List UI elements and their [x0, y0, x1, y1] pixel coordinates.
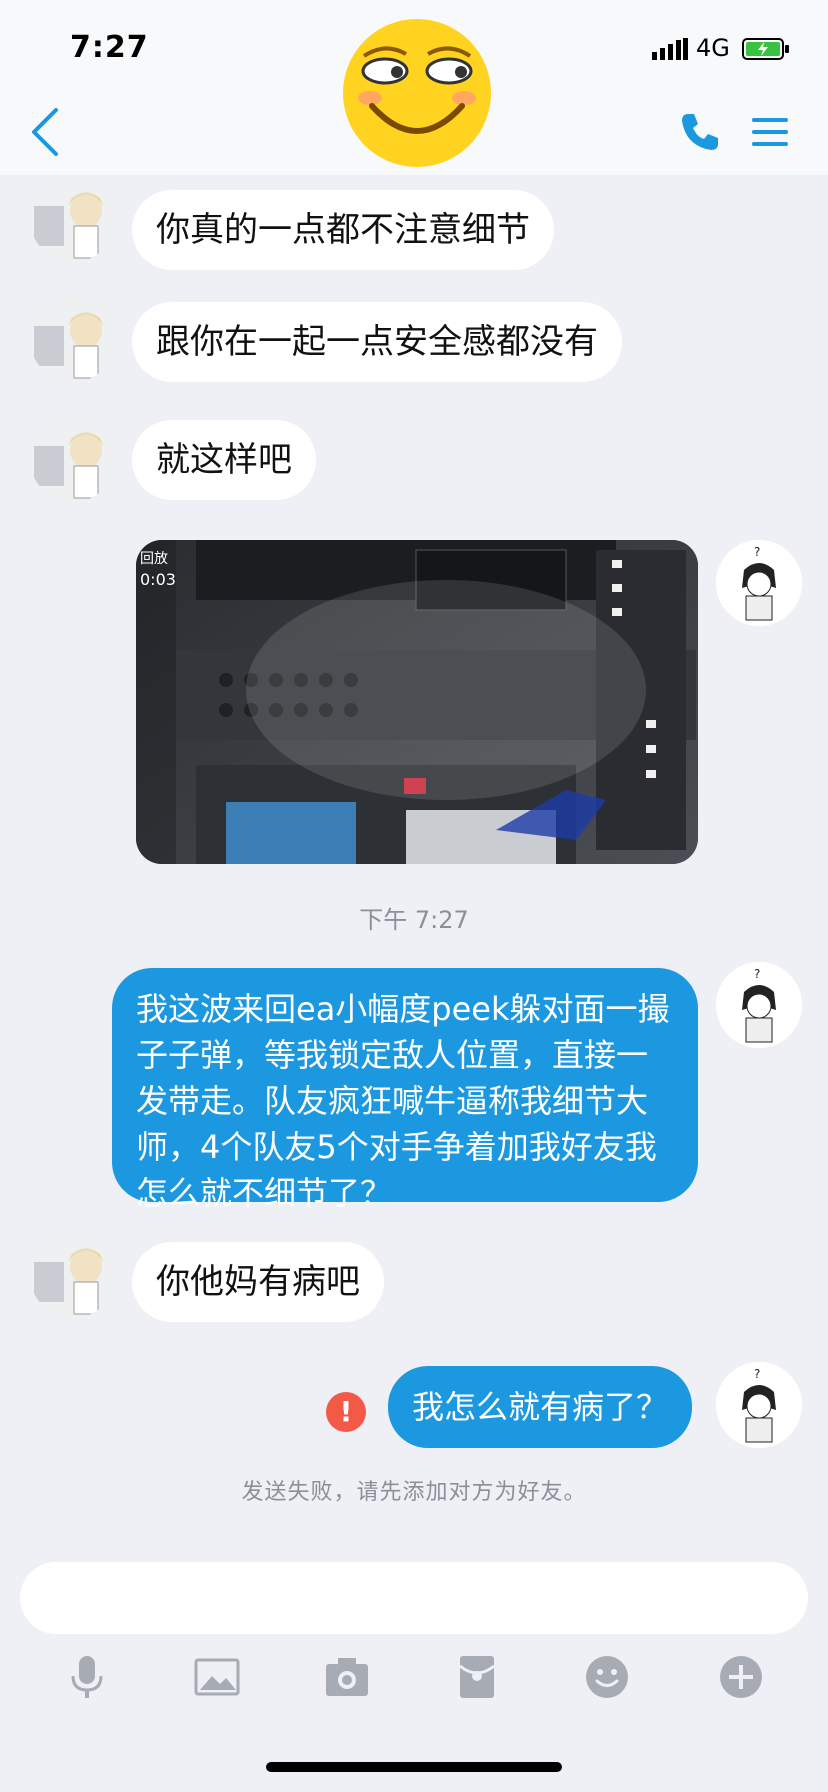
red-packet-icon[interactable] [452, 1652, 502, 1702]
plus-icon[interactable] [716, 1652, 766, 1702]
camera-icon[interactable] [322, 1652, 372, 1702]
message-bubble-outgoing: 我这波来回ea小幅度peek躲对面一撮子子弹，等我锁定敌人位置，直接一发带走。队… [112, 968, 698, 1212]
my-avatar[interactable]: ? [716, 540, 802, 626]
sketch-avatar-icon: ? [716, 962, 802, 1048]
network-label: 4G [696, 34, 730, 62]
anime-avatar-icon [30, 296, 116, 382]
image-icon[interactable] [192, 1652, 242, 1702]
game-screenshot-image [136, 540, 698, 864]
message-bubble: 你他妈有病吧 [132, 1242, 384, 1322]
phone-icon[interactable] [678, 110, 722, 154]
battery-icon [742, 38, 789, 60]
chat-header: 7:27 4G [0, 0, 828, 175]
svg-text:?: ? [754, 1367, 760, 1381]
sketch-avatar-icon: ? [716, 1362, 802, 1448]
anime-avatar-icon [30, 416, 116, 502]
my-avatar[interactable]: ? [716, 1362, 802, 1448]
message-input[interactable] [20, 1562, 808, 1634]
sketch-avatar-icon: ? [716, 540, 802, 626]
emoji-icon[interactable] [582, 1652, 632, 1702]
anime-avatar-icon [30, 176, 116, 262]
home-indicator [266, 1762, 562, 1772]
status-time: 7:27 [70, 30, 149, 65]
svg-text:?: ? [754, 545, 760, 559]
message-bubble: 就这样吧 [132, 420, 316, 500]
replay-label: 回放 [140, 551, 168, 567]
message-bubble-outgoing: 我怎么就有病了？ [388, 1366, 693, 1448]
contact-avatar[interactable] [30, 416, 116, 502]
send-failed-notice: 发送失败，请先添加对方为好友。 [241, 1480, 587, 1505]
replay-time: 0:03 [140, 570, 176, 589]
send-failed-icon[interactable]: ! [326, 1392, 366, 1432]
anime-avatar-icon [30, 1232, 116, 1318]
hamburger-menu-icon[interactable] [750, 112, 790, 152]
contact-avatar[interactable] [30, 296, 116, 382]
message-bubble: 你真的一点都不注意细节 [132, 190, 554, 270]
microphone-icon[interactable] [62, 1652, 112, 1702]
contact-avatar[interactable] [30, 176, 116, 262]
svg-text:?: ? [754, 967, 760, 981]
signal-icon [652, 38, 688, 60]
my-avatar[interactable]: ? [716, 962, 802, 1048]
back-icon[interactable] [26, 104, 66, 160]
image-message[interactable]: 回放 0:03 [136, 540, 698, 864]
contact-avatar[interactable] [30, 1232, 116, 1318]
message-timestamp: 下午 7:27 [359, 906, 469, 934]
message-bubble: 跟你在一起一点安全感都没有 [132, 302, 622, 382]
contact-avatar-emoji[interactable] [340, 16, 494, 170]
